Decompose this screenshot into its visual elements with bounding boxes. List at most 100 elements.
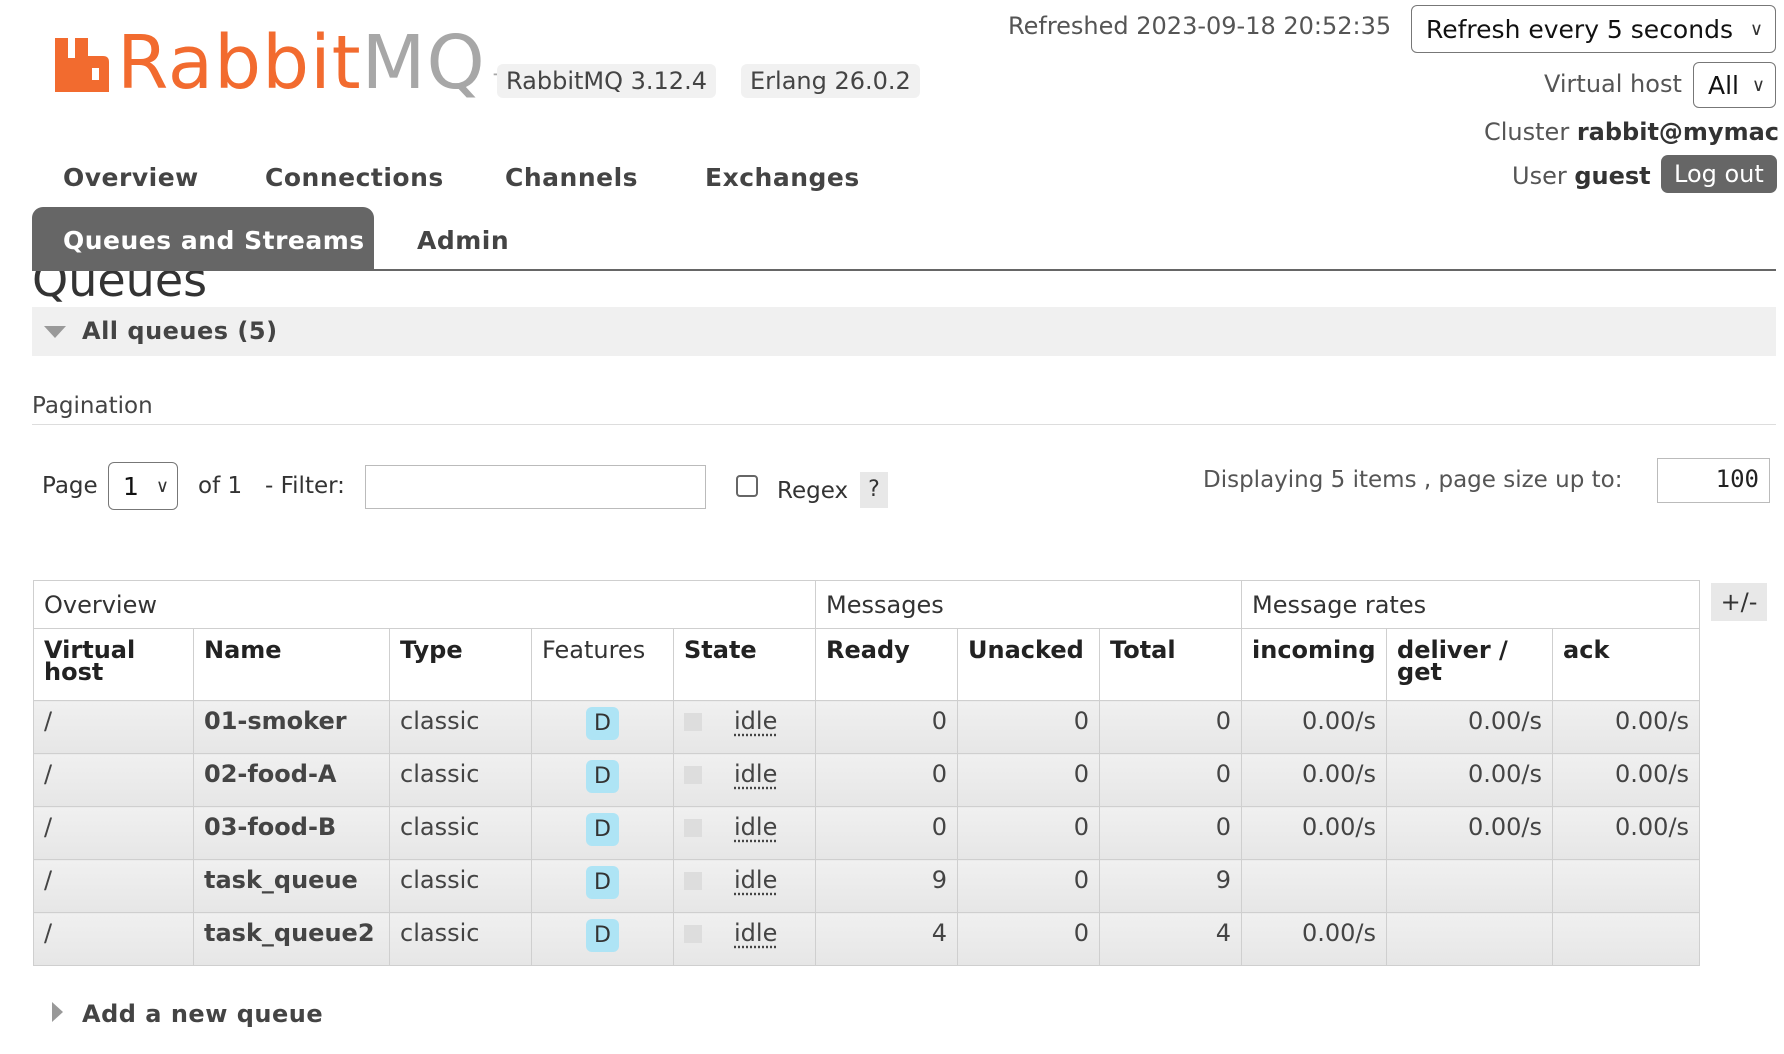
cell-total: 9	[1099, 859, 1243, 913]
logout-button[interactable]: Log out	[1661, 155, 1777, 193]
column-toggle-button[interactable]: +/-	[1711, 583, 1767, 621]
cluster-info: Cluster rabbit@mymac	[1484, 118, 1779, 146]
regex-label: Regex	[777, 478, 849, 504]
cell-ack: 0.00/s	[1552, 753, 1701, 807]
regex-help-button[interactable]: ?	[860, 472, 888, 508]
group-message-rates-header: Message rates	[1241, 580, 1701, 629]
nav-overview[interactable]: Overview	[63, 163, 199, 192]
nav-admin[interactable]: Admin	[417, 226, 509, 255]
table-row: /01-smoker classic Didle 0 0 0 0.00/s 0.00/s 0.0…	[33, 700, 1701, 754]
table-row: / task_queue2 classic Didle 4 0 4 0.00/s	[33, 912, 1701, 966]
cell-type: classic	[389, 859, 532, 913]
user-info: User guest	[1512, 162, 1651, 190]
cell-deliver-get	[1386, 912, 1554, 966]
cell-incoming	[1241, 859, 1388, 913]
cell-ack: 0.00/s	[1552, 806, 1701, 860]
column-incoming[interactable]: incoming	[1241, 628, 1388, 701]
state-indicator-icon	[684, 872, 702, 890]
nav-channels[interactable]: Channels	[505, 163, 638, 192]
pagination-divider	[32, 424, 1776, 425]
filter-label: - Filter:	[265, 473, 345, 499]
cell-deliver-get: 0.00/s	[1386, 806, 1554, 860]
erlang-version-badge: Erlang 26.0.2	[741, 64, 920, 98]
cell-vhost: /	[33, 700, 194, 754]
state-label: idle	[734, 707, 778, 735]
column-unacked[interactable]: Unacked	[957, 628, 1101, 701]
logo-text-mq: MQ	[361, 20, 486, 106]
queue-name-link[interactable]: 03-food-B	[193, 806, 390, 860]
nav-connections[interactable]: Connections	[265, 163, 444, 192]
cell-incoming: 0.00/s	[1241, 912, 1388, 966]
rabbitmq-version-badge: RabbitMQ 3.12.4	[497, 64, 716, 98]
user-label: User	[1512, 162, 1567, 190]
durable-feature-badge: D	[586, 760, 619, 793]
cell-unacked: 0	[957, 700, 1101, 754]
chevron-down-icon: ∨	[1749, 18, 1763, 40]
cell-deliver-get: 0.00/s	[1386, 753, 1554, 807]
collapse-triangle-icon	[44, 326, 66, 338]
refresh-interval-value: Refresh every 5 seconds	[1426, 14, 1733, 44]
chevron-down-icon: ∨	[1751, 74, 1765, 96]
cell-features: D	[531, 753, 674, 807]
page-size-input[interactable]: 100	[1657, 458, 1770, 503]
column-total[interactable]: Total	[1099, 628, 1243, 701]
all-queues-section-header[interactable]: All queues (5)	[32, 307, 1776, 356]
column-type[interactable]: Type	[389, 628, 532, 701]
regex-checkbox[interactable]	[736, 475, 758, 497]
nav-exchanges[interactable]: Exchanges	[705, 163, 860, 192]
column-virtual-host[interactable]: Virtual host	[33, 628, 194, 701]
cell-features: D	[531, 912, 674, 966]
cell-vhost: /	[33, 753, 194, 807]
queue-name-link[interactable]: 02-food-A	[193, 753, 390, 807]
queue-name-link[interactable]: 01-smoker	[193, 700, 390, 754]
state-label: idle	[734, 866, 778, 894]
cell-ready: 0	[815, 753, 959, 807]
table-row: /03-food-B classic Didle 0 0 0 0.00/s 0.00/s 0.0…	[33, 806, 1701, 860]
table-column-header-row: Virtual host Name Type Features State Re…	[33, 628, 1701, 701]
cell-ready: 0	[815, 700, 959, 754]
cell-vhost: /	[33, 806, 194, 860]
cell-unacked: 0	[957, 753, 1101, 807]
vhost-select[interactable]: All ∨	[1693, 62, 1776, 108]
chevron-down-icon: ∨	[155, 475, 169, 497]
cell-total: 0	[1099, 806, 1243, 860]
column-ack[interactable]: ack	[1552, 628, 1701, 701]
table-row: /02-food-A classic Didle 0 0 0 0.00/s 0.00/s 0.0…	[33, 753, 1701, 807]
state-indicator-icon	[684, 713, 702, 731]
column-ready[interactable]: Ready	[815, 628, 959, 701]
vhost-select-value: All	[1708, 70, 1739, 100]
nav-queues-and-streams[interactable]: Queues and Streams	[32, 207, 374, 271]
column-name[interactable]: Name	[193, 628, 390, 701]
cell-vhost: /	[33, 859, 194, 913]
nav-divider	[32, 269, 1776, 271]
queue-name-link[interactable]: task_queue	[193, 859, 390, 913]
queue-name-link[interactable]: task_queue2	[193, 912, 390, 966]
cluster-name: rabbit@mymac	[1576, 118, 1779, 146]
page-of-label: of 1	[198, 473, 243, 499]
page-label: Page	[42, 473, 98, 499]
cell-features: D	[531, 806, 674, 860]
vhost-label: Virtual host	[1544, 70, 1682, 98]
state-indicator-icon	[684, 819, 702, 837]
cell-unacked: 0	[957, 912, 1101, 966]
cell-total: 0	[1099, 700, 1243, 754]
table-row: / task_queue classic Didle 9 0 9	[33, 859, 1701, 913]
cell-unacked: 0	[957, 859, 1101, 913]
cell-type: classic	[389, 912, 532, 966]
cell-ack	[1552, 912, 1701, 966]
column-state[interactable]: State	[672, 628, 817, 701]
column-deliver-get[interactable]: deliver / get	[1386, 628, 1554, 701]
refresh-interval-select[interactable]: Refresh every 5 seconds ∨	[1411, 5, 1776, 53]
expand-triangle-icon	[52, 1002, 63, 1022]
add-new-queue-section[interactable]: Add a new queue	[32, 1000, 432, 1040]
group-messages-header: Messages	[815, 580, 1243, 629]
state-indicator-icon	[684, 925, 702, 943]
filter-input[interactable]	[365, 465, 706, 509]
durable-feature-badge: D	[586, 707, 619, 740]
rabbitmq-logo: RabbitMQ TM	[55, 26, 525, 100]
cell-total: 4	[1099, 912, 1243, 966]
page-select[interactable]: 1 ∨	[108, 462, 178, 510]
durable-feature-badge: D	[586, 866, 619, 899]
all-queues-title: All queues (5)	[82, 317, 278, 345]
state-label: idle	[734, 919, 778, 947]
